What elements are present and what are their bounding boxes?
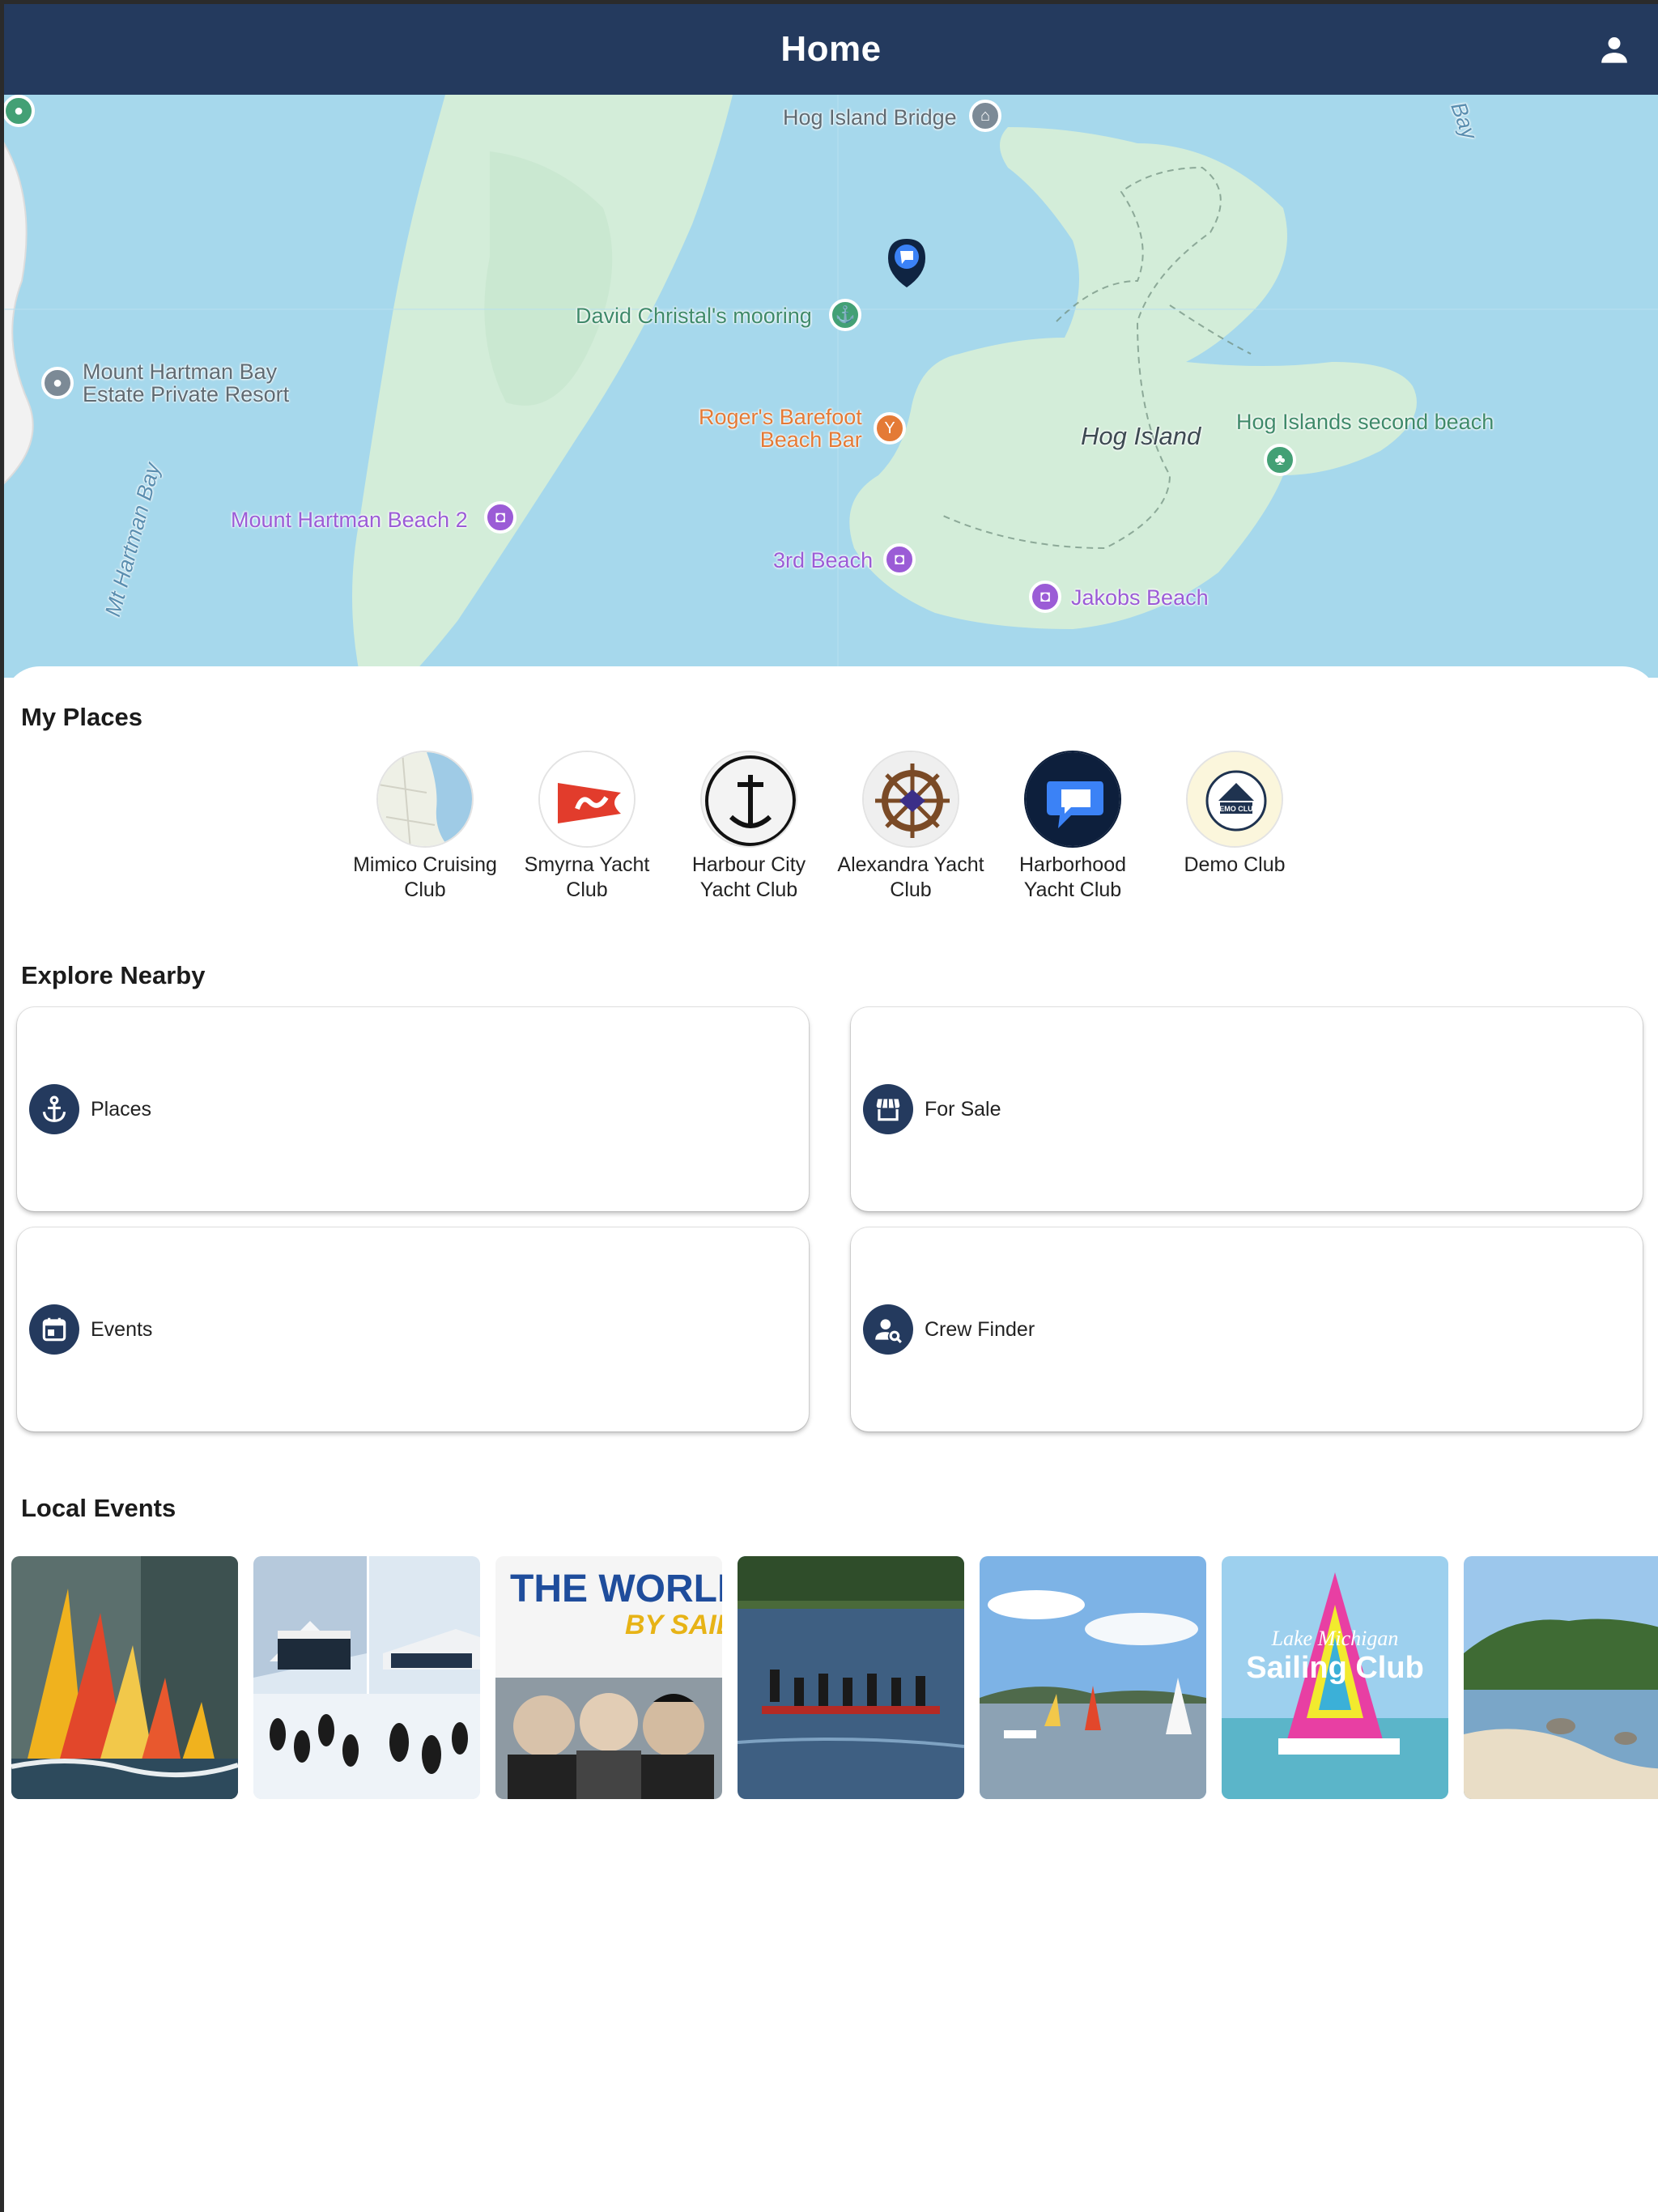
map-label-beach2[interactable]: Mount Hartman Beach 2 xyxy=(231,508,468,531)
beach-tree-pin-icon[interactable]: ♣ xyxy=(1264,444,1296,476)
profile-button[interactable] xyxy=(1593,28,1635,70)
place-harborhood[interactable]: Harborhood Yacht Club xyxy=(992,751,1154,903)
place-demo-club[interactable]: DEMO CLUB Demo Club xyxy=(1154,751,1316,903)
poster-headline: Lake Michigan xyxy=(1271,1627,1399,1650)
explore-nearby-heading: Explore Nearby xyxy=(21,961,206,989)
place-name: Mimico Cruising Club xyxy=(353,853,497,901)
harbour-city-logo xyxy=(700,751,797,848)
event-image-sailboats-lake xyxy=(980,1556,1206,1799)
event-image-world-by-sail: THE WORLD BY SAIL xyxy=(495,1556,722,1799)
demo-club-logo: DEMO CLUB xyxy=(1186,751,1283,848)
place-name: Smyrna Yacht Club xyxy=(524,853,650,901)
map-label-second-beach[interactable]: Hog Islands second beach xyxy=(1236,410,1494,433)
place-name: Demo Club xyxy=(1184,853,1286,876)
map-label-bridge[interactable]: Hog Island Bridge xyxy=(783,106,957,129)
poster-subheadline: BY SAIL xyxy=(625,1610,722,1640)
map-view[interactable]: ⌂ ⚓ ● Y ♣ ◘ ◘ ◘ ● Hog Island Bridge Davi… xyxy=(4,95,1658,678)
place-harbour-city[interactable]: Harbour City Yacht Club xyxy=(668,751,830,903)
explore-events-tile[interactable]: Events xyxy=(17,1227,809,1431)
event-image-lake-michigan: Lake Michigan Sailing Club xyxy=(1222,1556,1448,1799)
app-screen: Home ⌂ ⚓ ● Y ♣ ◘ ◘ ◘ ● Hog Island Bridge… xyxy=(4,4,1658,2212)
resort-pin-icon[interactable]: ● xyxy=(41,367,74,399)
explore-for-sale-tile[interactable]: For Sale xyxy=(851,1007,1643,1211)
alexandra-logo xyxy=(862,751,959,848)
home-content-sheet: My Places Mimico Cruising Club Smyrna Ya… xyxy=(4,666,1658,2212)
explore-crew-finder-tile[interactable]: Crew Finder xyxy=(851,1227,1643,1431)
event-card[interactable] xyxy=(980,1556,1206,1799)
map-label-bar[interactable]: Roger's Barefoot Beach Bar xyxy=(699,406,862,451)
camera-pin-icon[interactable]: ◘ xyxy=(484,501,517,534)
event-card[interactable] xyxy=(11,1556,238,1799)
person-search-icon xyxy=(863,1304,913,1355)
place-smyrna[interactable]: Smyrna Yacht Club xyxy=(506,751,668,903)
smyrna-logo xyxy=(538,751,636,848)
tile-label: For Sale xyxy=(925,1097,1001,1121)
place-mimico[interactable]: Mimico Cruising Club xyxy=(344,751,506,903)
event-image-rowers xyxy=(738,1556,964,1799)
harborhood-logo xyxy=(1024,751,1121,848)
event-image-sailboats-painting xyxy=(11,1556,238,1799)
mimico-logo xyxy=(376,751,474,848)
bridge-pin-icon[interactable]: ⌂ xyxy=(969,100,1001,132)
page-title: Home xyxy=(780,29,882,69)
map-label-mooring[interactable]: David Christal's mooring xyxy=(576,304,812,327)
place-name: Alexandra Yacht Club xyxy=(837,853,984,901)
map-label-island: Hog Island xyxy=(1081,422,1201,450)
local-events-carousel[interactable]: THE WORLD BY SAI Lake Michigan Sailing C… xyxy=(11,1556,1658,1799)
event-image-lake-shore xyxy=(1464,1556,1658,1799)
event-card[interactable]: Lake Michigan Sailing Club xyxy=(1222,1556,1448,1799)
map-label-third-beach[interactable]: 3rd Beach xyxy=(773,549,873,572)
mooring-pin-icon[interactable]: ⚓ xyxy=(829,299,861,331)
local-events-heading: Local Events xyxy=(21,1494,176,1522)
event-card[interactable]: THE WORLD BY SAIL xyxy=(495,1556,722,1799)
explore-places-tile[interactable]: Places xyxy=(17,1007,809,1211)
demo-club-logo-text: DEMO CLUB xyxy=(1214,805,1259,813)
event-card[interactable] xyxy=(738,1556,964,1799)
top-app-bar: Home xyxy=(4,4,1658,95)
storefront-icon xyxy=(863,1084,913,1134)
map-label-jakobs[interactable]: Jakobs Beach xyxy=(1071,586,1209,609)
person-icon xyxy=(1601,37,1627,63)
camera-pin-icon[interactable]: ◘ xyxy=(883,543,916,576)
place-name: Harbour City Yacht Club xyxy=(691,853,806,901)
my-places-heading: My Places xyxy=(21,703,142,731)
event-image-cruise-penguins xyxy=(253,1556,480,1799)
map-label-resort[interactable]: Mount Hartman Bay Estate Private Resort xyxy=(83,360,289,406)
poster-subheadline: Sailing Club xyxy=(1246,1651,1424,1685)
place-name: Harborhood Yacht Club xyxy=(1018,853,1127,901)
anchor-icon xyxy=(29,1084,79,1134)
event-card[interactable] xyxy=(253,1556,480,1799)
event-card[interactable] xyxy=(1464,1556,1658,1799)
camera-pin-icon[interactable]: ◘ xyxy=(1029,581,1061,613)
tile-label: Events xyxy=(91,1317,153,1341)
place-alexandra[interactable]: Alexandra Yacht Club xyxy=(830,751,992,903)
bar-pin-icon[interactable]: Y xyxy=(874,412,906,445)
tile-label: Crew Finder xyxy=(925,1317,1035,1341)
my-places-list: Mimico Cruising Club Smyrna Yacht Club H… xyxy=(344,751,1316,903)
tile-label: Places xyxy=(91,1097,152,1121)
poster-headline: THE WORLD xyxy=(510,1568,722,1610)
calendar-icon xyxy=(29,1304,79,1355)
